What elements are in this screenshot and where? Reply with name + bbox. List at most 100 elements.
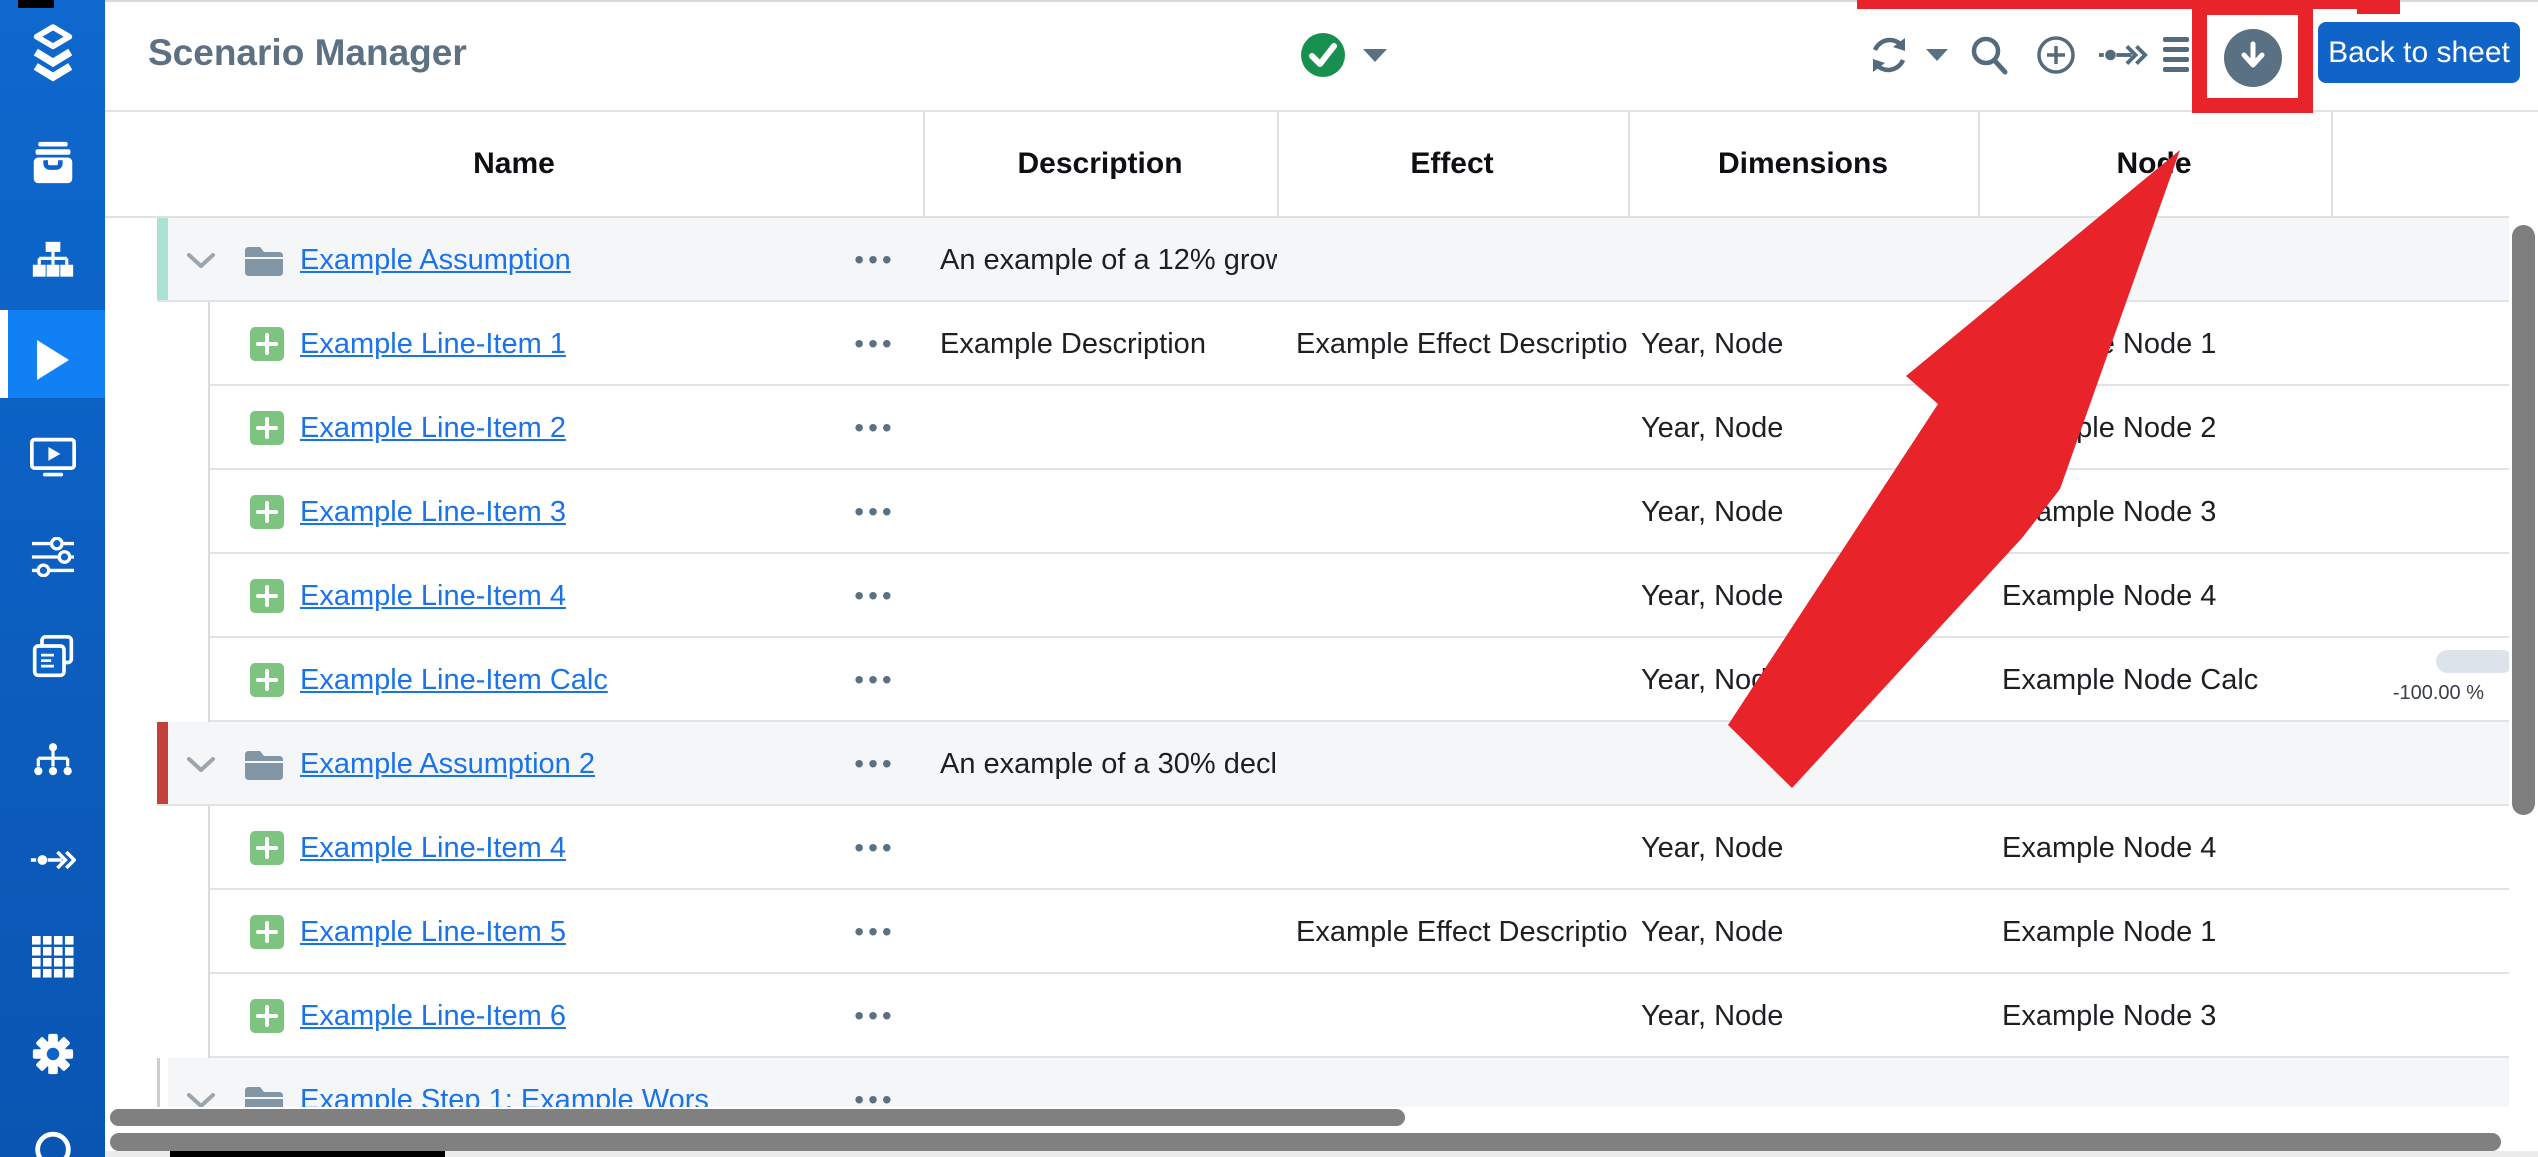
column-header-description[interactable]: Description bbox=[900, 112, 1300, 216]
chevron-down-icon[interactable] bbox=[185, 251, 217, 270]
page-title: Scenario Manager bbox=[148, 32, 467, 74]
pages-icon bbox=[31, 633, 75, 681]
row-name-link[interactable]: Example Line-Item 3 bbox=[300, 470, 566, 554]
column-header-node[interactable]: Node bbox=[1954, 112, 2354, 216]
refresh-dropdown-caret[interactable] bbox=[1925, 2, 1949, 112]
column-divider bbox=[1978, 112, 1980, 216]
flow-arrow-icon bbox=[2098, 41, 2148, 74]
row-menu-button[interactable]: ••• bbox=[830, 386, 920, 470]
row-node: Example Node 3 bbox=[2002, 470, 2422, 554]
chevron-down-icon[interactable] bbox=[185, 755, 217, 774]
search-icon bbox=[1968, 34, 2010, 81]
row-menu-button[interactable]: ••• bbox=[830, 974, 920, 1058]
row-name-link[interactable]: Example Line-Item 6 bbox=[300, 974, 566, 1058]
row-name-link[interactable]: Example Assumption bbox=[300, 218, 571, 302]
row-dimensions: Year, Node bbox=[1641, 386, 1971, 470]
row-dimensions: Year, Node bbox=[1641, 638, 1971, 722]
window-horizontal-scrollbar-thumb[interactable] bbox=[110, 1133, 2501, 1151]
line-item-icon bbox=[250, 411, 284, 445]
column-divider bbox=[1277, 112, 1279, 216]
refresh-button[interactable] bbox=[1867, 2, 1911, 112]
jump-to-button[interactable] bbox=[2098, 2, 2148, 112]
gear-icon bbox=[30, 1031, 76, 1077]
annotation-red-strip bbox=[1857, 0, 2360, 9]
group-color-bar bbox=[157, 218, 168, 302]
row-menu-button[interactable]: ••• bbox=[830, 806, 920, 890]
group-row: Example Assumption 2 •••An example of a 3… bbox=[105, 722, 2538, 806]
row-name-link[interactable]: Example Line-Item 4 bbox=[300, 806, 566, 890]
line-item-icon bbox=[250, 999, 284, 1033]
sidebar-item-presentation[interactable] bbox=[0, 410, 105, 506]
row-node: Example Node 2 bbox=[2002, 386, 2422, 470]
row-node: Example Node 4 bbox=[2002, 554, 2422, 638]
sidebar-item-sheets[interactable] bbox=[0, 909, 105, 1005]
row-menu-button[interactable]: ••• bbox=[830, 218, 920, 302]
back-to-sheet-button[interactable]: Back to sheet bbox=[2318, 22, 2520, 83]
status-dropdown[interactable] bbox=[1300, 2, 1388, 112]
add-button[interactable] bbox=[2035, 2, 2077, 112]
row-effect: Example Effect Description bbox=[1296, 302, 1628, 386]
line-item-icon bbox=[250, 579, 284, 613]
org-chart-icon bbox=[31, 241, 75, 283]
row-name-link[interactable]: Example Line-Item 2 bbox=[300, 386, 566, 470]
row-name-link[interactable]: Example Assumption 2 bbox=[300, 722, 595, 806]
row-node: Example Node 1 bbox=[2002, 302, 2422, 386]
row-node: Example Node 1 bbox=[2002, 890, 2422, 974]
flow-arrow-icon bbox=[30, 847, 76, 873]
row-dimensions: Year, Node bbox=[1641, 806, 1971, 890]
chevron-down-icon bbox=[1362, 47, 1388, 68]
row-menu-button[interactable]: ••• bbox=[830, 554, 920, 638]
line-item-icon bbox=[250, 831, 284, 865]
sidebar-item-hierarchy[interactable] bbox=[0, 214, 105, 310]
value-slider[interactable] bbox=[2436, 650, 2514, 673]
row-menu-button[interactable]: ••• bbox=[830, 890, 920, 974]
sidebar-item-model-tree[interactable] bbox=[0, 713, 105, 809]
layers-logo-icon bbox=[30, 24, 76, 82]
row-name-link[interactable]: Example Line-Item 5 bbox=[300, 890, 566, 974]
sidebar-item-dataflow[interactable] bbox=[0, 812, 105, 908]
folder-icon bbox=[243, 748, 285, 781]
sidebar-item-adjustments[interactable] bbox=[0, 509, 105, 605]
circle-partial-icon bbox=[30, 1118, 76, 1157]
line-item-row: Example Line-Item 1•••Example Descriptio… bbox=[105, 302, 2538, 386]
sidebar-item-help[interactable] bbox=[0, 1118, 105, 1157]
row-menu-button[interactable]: ••• bbox=[830, 638, 920, 722]
horizontal-scrollbar-thumb[interactable] bbox=[110, 1109, 1405, 1126]
sidebar-logo[interactable] bbox=[0, 5, 105, 101]
sidebar-item-settings[interactable] bbox=[0, 1006, 105, 1102]
row-menu-button[interactable]: ••• bbox=[830, 302, 920, 386]
line-item-row: Example Line-Item 6•••Year, NodeExample … bbox=[105, 974, 2538, 1058]
annotation-red-strip bbox=[2357, 0, 2400, 14]
row-name-link[interactable]: Example Line-Item 1 bbox=[300, 302, 566, 386]
add-circle-icon bbox=[2035, 34, 2077, 81]
row-dimensions: Year, Node bbox=[1641, 974, 1971, 1058]
row-node: Example Node Calc bbox=[2002, 638, 2422, 722]
column-divider bbox=[2331, 112, 2333, 216]
row-name-link[interactable]: Example Line-Item 4 bbox=[300, 554, 566, 638]
column-divider bbox=[1628, 112, 1630, 216]
column-header-name[interactable]: Name bbox=[314, 112, 714, 216]
scenario-manager-app: Scenario Manager bbox=[0, 0, 2538, 1157]
vertical-scrollbar-thumb[interactable] bbox=[2512, 225, 2535, 815]
row-dimensions: Year, Node bbox=[1641, 302, 1971, 386]
indent-guide-line bbox=[208, 302, 210, 722]
row-menu-button[interactable]: ••• bbox=[830, 722, 920, 806]
line-item-icon bbox=[250, 495, 284, 529]
sidebar-item-scenarios-active[interactable] bbox=[0, 312, 105, 408]
line-item-row: Example Line-Item 5•••Example Effect Des… bbox=[105, 890, 2538, 974]
bottom-edge-strip bbox=[105, 1151, 2538, 1157]
sliders-icon bbox=[31, 537, 75, 577]
column-header-dimensions[interactable]: Dimensions bbox=[1603, 112, 2003, 216]
indent-guide-line bbox=[208, 806, 210, 1058]
group-color-bar bbox=[157, 722, 168, 806]
sidebar-item-archive[interactable] bbox=[0, 115, 105, 211]
row-name-link[interactable]: Example Line-Item Calc bbox=[300, 638, 608, 722]
search-button[interactable] bbox=[1968, 2, 2010, 112]
sidebar-item-reports[interactable] bbox=[0, 609, 105, 705]
row-description: An example of a 30% decl bbox=[940, 722, 1277, 806]
line-item-row: Example Line-Item 2 ••• Year, Node Example … bbox=[105, 386, 2538, 470]
column-header-effect[interactable]: Effect bbox=[1252, 112, 1652, 216]
refresh-icon bbox=[1867, 34, 1911, 81]
row-menu-button[interactable]: ••• bbox=[830, 470, 920, 554]
network-nodes-icon bbox=[31, 742, 75, 780]
